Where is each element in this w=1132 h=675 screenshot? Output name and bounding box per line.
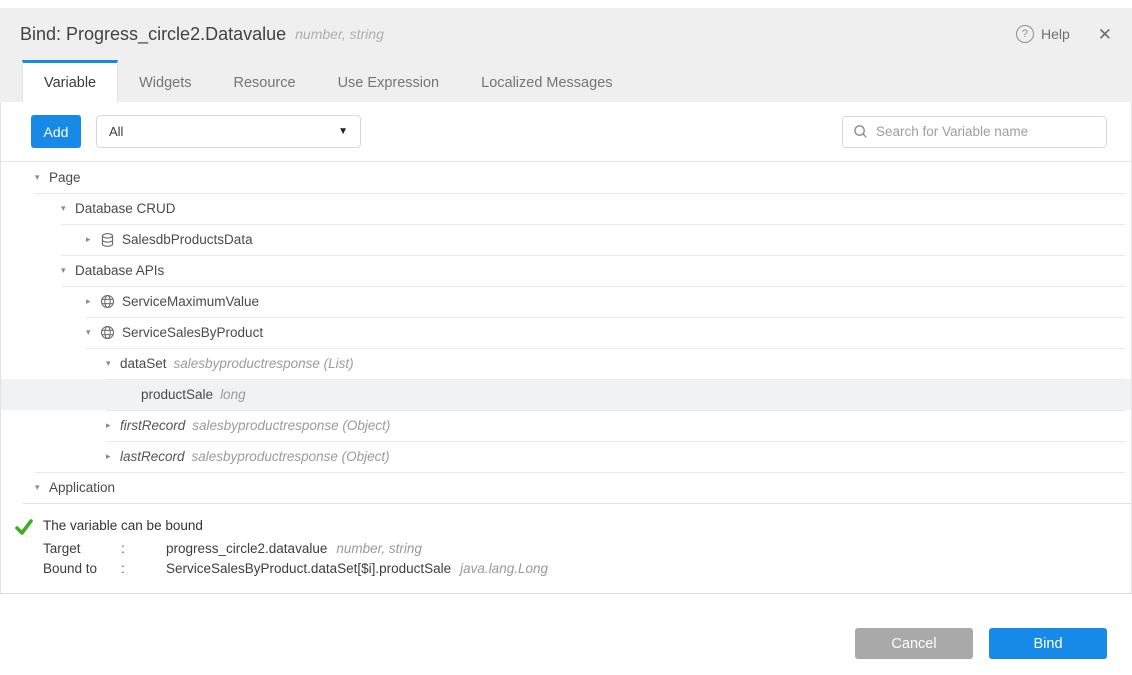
status-target-row: Target : progress_circle2.datavalue numb… (43, 539, 1132, 559)
dialog-header: Bind: Progress_circle2.Datavalue number,… (0, 8, 1132, 60)
dialog-title-type-hint: number, string (295, 26, 384, 42)
tree-node-label: Database CRUD (75, 201, 176, 216)
tree-row-lastRecord[interactable]: ▸lastRecord salesbyproductresponse (Objec… (1, 441, 1131, 472)
bind-button[interactable]: Bind (989, 628, 1107, 659)
tab-resource[interactable]: Resource (213, 60, 317, 102)
cancel-button[interactable]: Cancel (855, 628, 973, 659)
tree-node-type-hint: salesbyproductresponse (Object) (192, 418, 390, 433)
help-button[interactable]: ? Help (1016, 25, 1070, 43)
tree-row-SalesdbProductsData[interactable]: ▸ SalesdbProductsData (1, 224, 1131, 255)
globe-icon (100, 294, 115, 309)
expand-arrow-icon[interactable]: ▸ (106, 451, 120, 462)
expand-arrow-icon[interactable]: ▸ (86, 234, 100, 245)
tab-strip: VariableWidgetsResourceUse ExpressionLoc… (0, 60, 1132, 102)
tree-node-label: ServiceSalesByProduct (122, 325, 263, 340)
search-input[interactable] (876, 124, 1096, 139)
bound-to-type-hint: java.lang.Long (460, 559, 548, 579)
tree-row-Page[interactable]: ▾Page (1, 162, 1131, 193)
dialog-title: Bind: Progress_circle2.Datavalue (20, 24, 286, 45)
status-message: The variable can be bound (43, 516, 203, 536)
bound-to-value: ServiceSalesByProduct.dataSet[$i].produc… (166, 559, 451, 579)
expand-arrow-icon[interactable]: ▸ (106, 420, 120, 431)
tree-row-ServiceSalesByProduct[interactable]: ▾ ServiceSalesByProduct (1, 317, 1131, 348)
tab-variable[interactable]: Variable (22, 60, 118, 102)
collapse-arrow-icon[interactable]: ▾ (61, 265, 75, 276)
tab-content-panel: Add All ▼ ▾Page▾Database CRUD▸SalesdbPro… (0, 102, 1132, 594)
tree-row-Database CRUD[interactable]: ▾Database CRUD (1, 193, 1131, 224)
database-icon (100, 232, 115, 248)
success-check-icon (14, 517, 34, 537)
tree-node-label: productSale (141, 387, 213, 402)
toolbar: Add All ▼ (1, 102, 1131, 162)
help-icon: ? (1016, 25, 1034, 43)
status-bound-row: Bound to : ServiceSalesByProduct.dataSet… (43, 559, 1132, 579)
bind-status-area: The variable can be bound Target : progr… (0, 504, 1132, 594)
variable-filter-dropdown[interactable]: All ▼ (96, 115, 361, 148)
tree-node-type-hint: salesbyproductresponse (Object) (192, 449, 390, 464)
tree-node-label: Database APIs (75, 263, 164, 278)
tab-localized-messages[interactable]: Localized Messages (460, 60, 633, 102)
collapse-arrow-icon[interactable]: ▾ (35, 482, 49, 493)
tree-node-label: dataSet (120, 356, 167, 371)
tree-node-label: lastRecord (120, 449, 185, 464)
tree-row-Application[interactable]: ▾Application (1, 472, 1131, 503)
variable-tree: ▾Page▾Database CRUD▸SalesdbProductsData▾… (1, 162, 1131, 503)
target-type-hint: number, string (336, 539, 422, 559)
search-icon (853, 124, 868, 139)
tree-row-Database APIs[interactable]: ▾Database APIs (1, 255, 1131, 286)
collapse-arrow-icon[interactable]: ▾ (106, 358, 120, 369)
dialog-footer: Cancel Bind (0, 594, 1132, 659)
tree-row-dataSet[interactable]: ▾dataSet salesbyproductresponse (List) (1, 348, 1131, 379)
tree-row-ServiceMaximumValue[interactable]: ▸ ServiceMaximumValue (1, 286, 1131, 317)
tree-node-label: Application (49, 480, 115, 495)
target-value: progress_circle2.datavalue (166, 539, 327, 559)
tab-use-expression[interactable]: Use Expression (317, 60, 461, 102)
tree-node-label: firstRecord (120, 418, 185, 433)
bind-dialog: Bind: Progress_circle2.Datavalue number,… (0, 0, 1132, 675)
tree-node-type-hint: salesbyproductresponse (List) (174, 356, 354, 371)
collapse-arrow-icon[interactable]: ▾ (35, 172, 49, 183)
globe-icon (100, 325, 115, 340)
expand-arrow-icon[interactable]: ▸ (86, 296, 100, 307)
bound-to-label: Bound to (43, 559, 121, 579)
chevron-down-icon: ▼ (338, 126, 348, 137)
tree-node-label: Page (49, 170, 81, 185)
collapse-arrow-icon[interactable]: ▾ (86, 327, 100, 338)
variable-search-box[interactable] (842, 116, 1107, 148)
close-icon[interactable]: ✕ (1098, 26, 1112, 43)
tab-widgets[interactable]: Widgets (118, 60, 212, 102)
help-label: Help (1041, 26, 1070, 42)
tree-row-productSale[interactable]: productSale long (1, 379, 1131, 410)
tree-row-firstRecord[interactable]: ▸firstRecord salesbyproductresponse (Obje… (1, 410, 1131, 441)
top-strip (0, 0, 1132, 8)
tree-node-label: SalesdbProductsData (122, 232, 253, 247)
collapse-arrow-icon[interactable]: ▾ (61, 203, 75, 214)
filter-selected-value: All (109, 124, 123, 139)
tree-node-label: ServiceMaximumValue (122, 294, 259, 309)
tree-node-type-hint: long (220, 387, 246, 402)
target-label: Target (43, 539, 121, 559)
add-variable-button[interactable]: Add (31, 115, 81, 148)
